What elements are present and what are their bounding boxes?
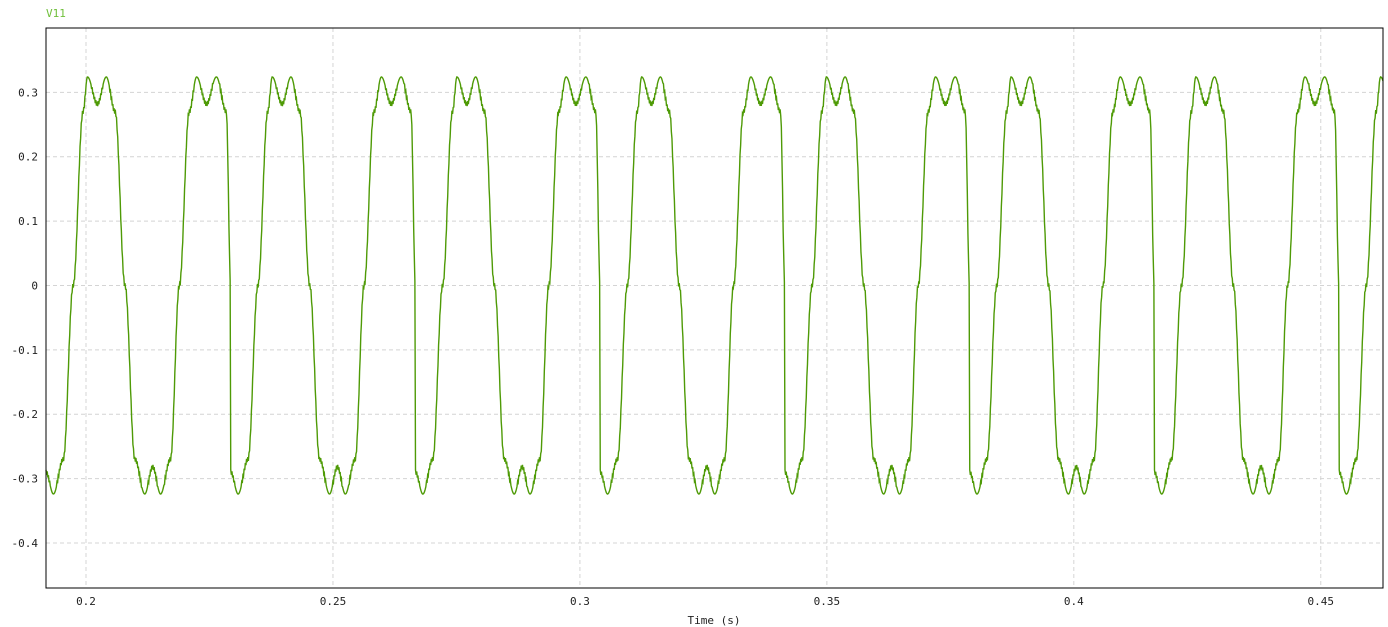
y-tick-label: 0.1 (18, 215, 38, 228)
x-tick-label: 0.4 (1064, 595, 1084, 608)
y-tick-label: 0.2 (18, 151, 38, 164)
x-tick-label: 0.35 (814, 595, 841, 608)
x-tick-label: 0.25 (320, 595, 347, 608)
y-tick-label: 0 (31, 279, 38, 292)
y-tick-label: -0.2 (12, 408, 39, 421)
x-tick-label: 0.2 (76, 595, 96, 608)
waveform-plot: V11 0.3 0.2 0.1 0 -0.1 -0.2 -0.3 -0.4 0.2 0.25 0.… (0, 0, 1388, 627)
y-tick-label: -0.4 (12, 537, 39, 550)
legend-series-label: V11 (46, 7, 66, 20)
x-axis-label: Time (s) (688, 614, 741, 627)
y-tick-label: 0.3 (18, 86, 38, 99)
y-tick-label: -0.1 (12, 344, 39, 357)
plot-background (0, 0, 1388, 627)
y-tick-label: -0.3 (12, 473, 39, 486)
x-tick-label: 0.3 (570, 595, 590, 608)
x-tick-label: 0.45 (1308, 595, 1335, 608)
